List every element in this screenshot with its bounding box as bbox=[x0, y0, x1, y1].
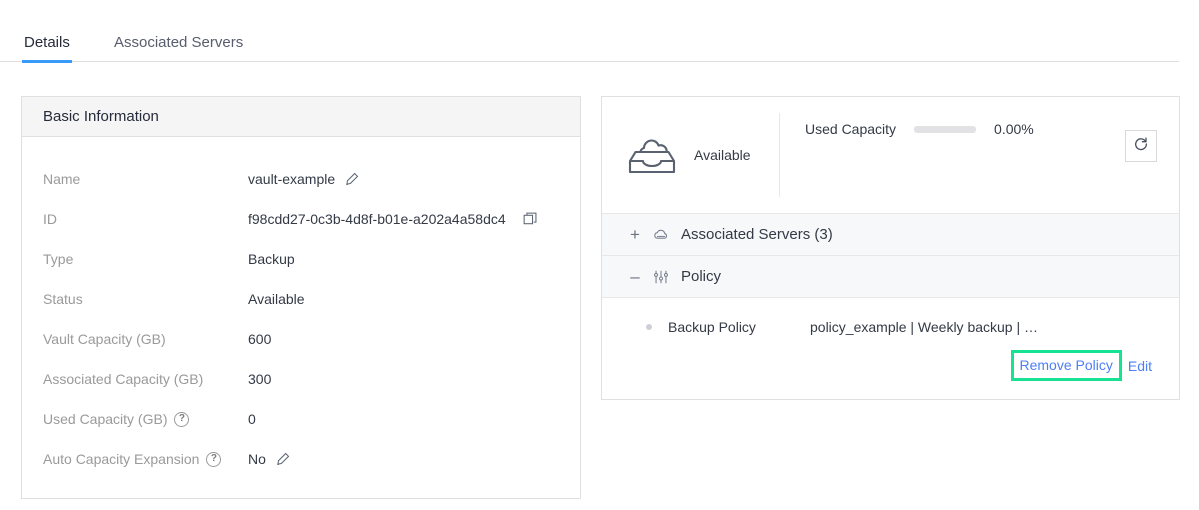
accordion-title: Associated Servers (3) bbox=[681, 226, 833, 243]
remove-policy-link[interactable]: Remove Policy bbox=[1020, 357, 1113, 373]
info-value: 300 bbox=[248, 371, 271, 387]
tab-associated-servers-label: Associated Servers bbox=[114, 33, 244, 51]
used-capacity-progress bbox=[914, 125, 977, 133]
info-value: No bbox=[248, 451, 290, 467]
tab-details-label: Details bbox=[24, 33, 70, 51]
policy-content: Backup Policy policy_example | Weekly ba… bbox=[602, 298, 1179, 416]
info-row-status: Status Available bbox=[22, 279, 580, 319]
info-row-vault-capacity: Vault Capacity (GB) 600 bbox=[22, 319, 580, 359]
vault-status-block: Available bbox=[602, 113, 780, 197]
policy-label: Backup Policy bbox=[668, 319, 756, 335]
info-value-text: 300 bbox=[248, 371, 272, 387]
info-label: Name bbox=[43, 171, 248, 187]
info-value-text: Available bbox=[248, 291, 305, 307]
info-label: Vault Capacity (GB) bbox=[43, 331, 248, 347]
basic-information-list: Name vault-example ID f98cdd27-0c3b-4d8f… bbox=[22, 137, 580, 479]
info-value-text: f98cdd27-0c3b-4d8f-b01e-a202a4a58dc4 bbox=[248, 211, 506, 227]
used-capacity-label: Used Capacity bbox=[805, 121, 897, 137]
info-value-text: 600 bbox=[248, 331, 272, 347]
refresh-button[interactable] bbox=[1125, 130, 1157, 162]
info-value-text: 0 bbox=[248, 411, 256, 427]
cloud-server-icon bbox=[652, 226, 670, 244]
info-value: vault-example bbox=[248, 171, 359, 187]
info-value: f98cdd27-0c3b-4d8f-b01e-a202a4a58dc4 bbox=[248, 211, 538, 227]
basic-information-header: Basic Information bbox=[22, 97, 580, 137]
info-label: Associated Capacity (GB) bbox=[43, 371, 248, 387]
info-value-text: No bbox=[248, 451, 266, 467]
vault-details-page: Details Associated Servers Basic Informa… bbox=[0, 0, 1199, 510]
vault-summary-header: Available Used Capacity 0.00% bbox=[602, 97, 1179, 214]
accordion-title: Policy bbox=[681, 268, 722, 285]
tab-details[interactable]: Details bbox=[22, 22, 72, 63]
vault-cloud-box-icon bbox=[624, 128, 680, 183]
info-value: 0 bbox=[248, 411, 256, 427]
info-row-used-capacity: Used Capacity (GB) ? 0 bbox=[22, 399, 580, 439]
info-label-text: Associated Capacity (GB) bbox=[43, 371, 204, 387]
policy-action-links: Remove Policy Edit bbox=[1010, 350, 1152, 381]
info-row-name: Name vault-example bbox=[22, 159, 580, 199]
info-row-associated-capacity: Associated Capacity (GB) 300 bbox=[22, 359, 580, 399]
policy-row-backup-policy: Backup Policy policy_example | Weekly ba… bbox=[602, 316, 1179, 338]
edit-policy-link[interactable]: Edit bbox=[1128, 358, 1152, 374]
tab-bar: Details Associated Servers bbox=[0, 22, 1179, 63]
info-value-text: Backup bbox=[248, 251, 295, 267]
basic-information-panel: Basic Information Name vault-example ID bbox=[21, 96, 581, 499]
info-value: Backup bbox=[248, 251, 295, 267]
panel-title: Basic Information bbox=[43, 108, 159, 125]
info-row-auto-capacity-expansion: Auto Capacity Expansion ? No bbox=[22, 439, 580, 479]
copy-icon[interactable] bbox=[523, 212, 538, 227]
info-label-text: Type bbox=[43, 251, 74, 267]
info-label: Type bbox=[43, 251, 248, 267]
remove-policy-highlight: Remove Policy bbox=[1010, 350, 1122, 381]
info-label: Auto Capacity Expansion ? bbox=[43, 451, 248, 467]
tab-associated-servers[interactable]: Associated Servers bbox=[112, 22, 245, 62]
info-value: 600 bbox=[248, 331, 271, 347]
info-label-text: Auto Capacity Expansion bbox=[43, 451, 200, 467]
refresh-icon bbox=[1133, 136, 1149, 157]
info-label-text: Status bbox=[43, 291, 83, 307]
edit-pencil-icon[interactable] bbox=[344, 172, 359, 187]
vault-summary-panel: Available Used Capacity 0.00% + Associat… bbox=[601, 96, 1180, 400]
info-row-type: Type Backup bbox=[22, 239, 580, 279]
vault-status-text: Available bbox=[694, 147, 751, 163]
info-value: Available bbox=[248, 291, 305, 307]
policy-value: policy_example | Weekly backup | En... bbox=[810, 319, 1046, 335]
info-label-text: Vault Capacity (GB) bbox=[43, 331, 166, 347]
bullet-icon bbox=[646, 324, 652, 330]
info-label: ID bbox=[43, 211, 248, 227]
expand-toggle-icon[interactable]: + bbox=[629, 226, 641, 243]
accordion-policy[interactable]: – Policy bbox=[602, 256, 1179, 298]
sliders-icon bbox=[652, 268, 670, 286]
help-icon[interactable]: ? bbox=[206, 451, 222, 467]
info-label: Status bbox=[43, 291, 248, 307]
used-capacity-percent: 0.00% bbox=[994, 121, 1034, 137]
info-label-text: ID bbox=[43, 211, 57, 227]
help-icon[interactable]: ? bbox=[174, 411, 190, 427]
info-label-text: Name bbox=[43, 171, 81, 187]
info-label-text: Used Capacity (GB) bbox=[43, 411, 168, 427]
info-value-text: vault-example bbox=[248, 171, 336, 187]
info-label: Used Capacity (GB) ? bbox=[43, 411, 248, 427]
info-row-id: ID f98cdd27-0c3b-4d8f-b01e-a202a4a58dc4 bbox=[22, 199, 580, 239]
collapse-toggle-icon[interactable]: – bbox=[629, 268, 641, 285]
edit-pencil-icon[interactable] bbox=[275, 452, 290, 467]
accordion-associated-servers[interactable]: + Associated Servers (3) bbox=[602, 214, 1179, 256]
